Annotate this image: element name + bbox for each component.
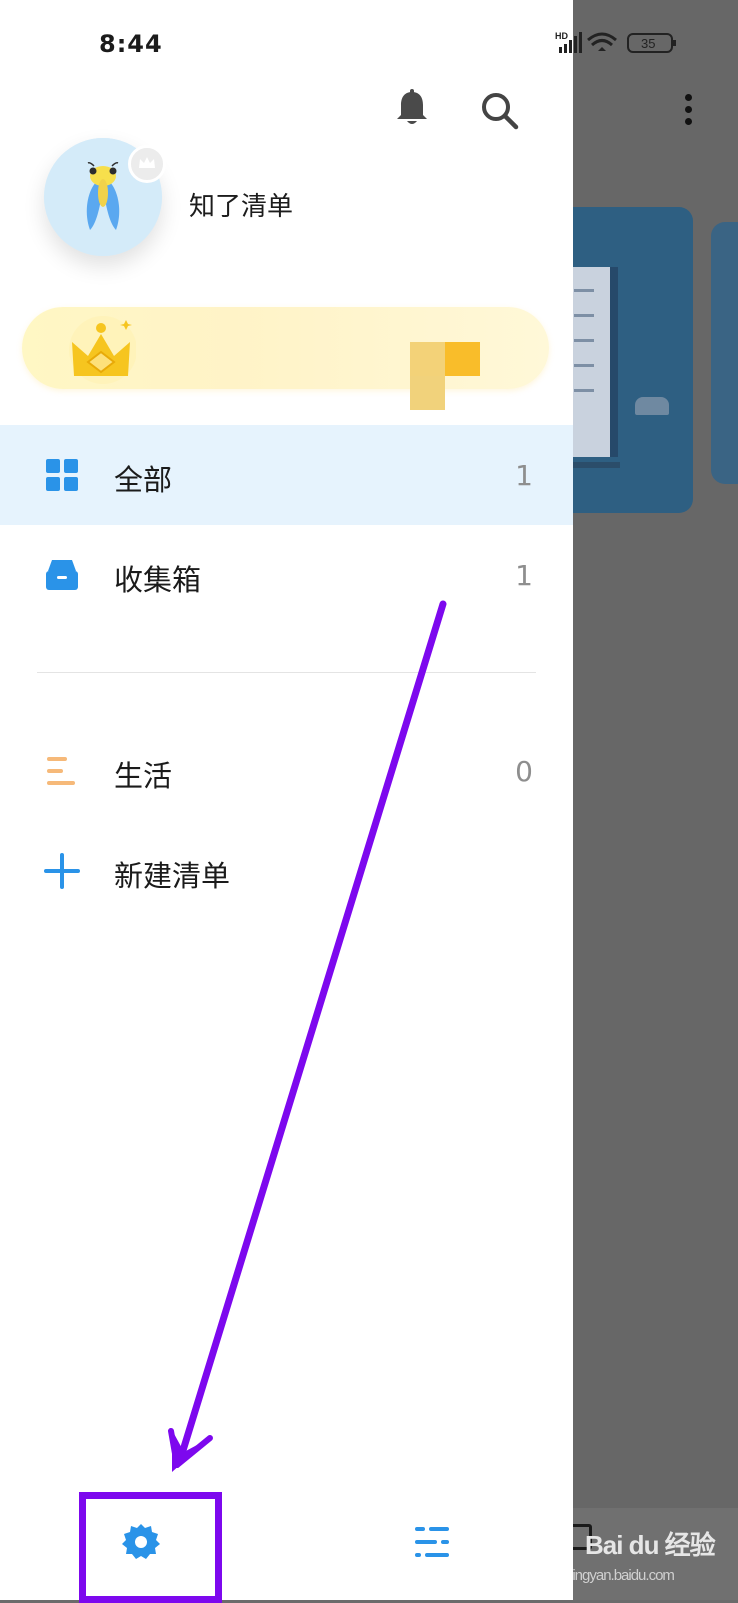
bell-icon[interactable] xyxy=(394,88,430,128)
inbox-icon xyxy=(46,560,78,590)
crown-badge-icon xyxy=(128,145,166,183)
status-bar: 8:44 HD 35 xyxy=(0,0,676,80)
nav-item-life[interactable]: 生活 0 xyxy=(0,721,573,821)
nav-item-label: 生活 xyxy=(114,759,173,793)
background-card xyxy=(560,207,693,513)
plus-icon xyxy=(44,853,80,889)
nav-item-count: 1 xyxy=(515,559,533,592)
nav-item-inbox[interactable]: 收集箱 1 xyxy=(0,525,573,625)
list-icon xyxy=(47,757,75,785)
watermark: Bai du 经验 jingyan.baidu.com xyxy=(570,1530,716,1584)
grid-icon xyxy=(46,459,78,491)
nav-item-label: 全部 xyxy=(114,463,173,497)
network-type-label: HD xyxy=(555,31,568,41)
sliders-icon[interactable] xyxy=(413,1524,451,1560)
profile-name[interactable]: 知了清单 xyxy=(189,186,293,223)
side-drawer: 8:44 HD 35 知了清单 全部 1 收集箱 1 生活 0 新建清单 xyxy=(0,0,676,1600)
search-icon[interactable] xyxy=(480,91,520,131)
nav-item-count: 0 xyxy=(515,755,533,788)
system-status-icons: HD 35 xyxy=(555,31,676,53)
more-menu-icon xyxy=(682,94,694,130)
nav-item-count: 1 xyxy=(515,459,533,492)
vip-banner-blurred-text xyxy=(410,342,514,410)
divider xyxy=(37,672,536,673)
nav-item-label: 收集箱 xyxy=(114,563,202,597)
status-time: 8:44 xyxy=(99,30,163,58)
battery-level: 35 xyxy=(641,36,655,51)
background-card-2 xyxy=(711,222,738,484)
new-list-button[interactable]: 新建清单 xyxy=(0,821,573,921)
new-list-label: 新建清单 xyxy=(114,859,231,893)
nav-item-all[interactable]: 全部 1 xyxy=(0,425,573,525)
annotation-highlight-box xyxy=(79,1492,222,1603)
gold-crown-icon xyxy=(69,316,136,384)
